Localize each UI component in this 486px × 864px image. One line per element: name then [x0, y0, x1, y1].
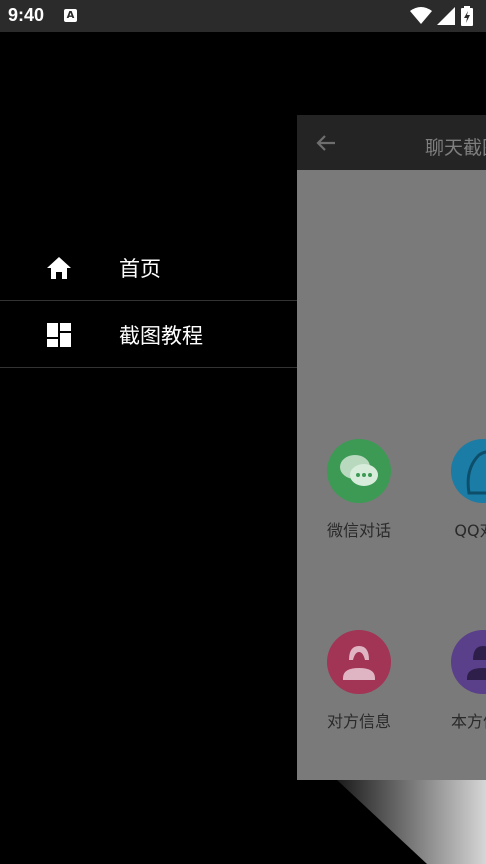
background-shadow: [337, 780, 486, 864]
tile-label: QQ对话: [454, 521, 486, 540]
dashboard-icon: [47, 323, 71, 347]
home-icon: [47, 257, 71, 279]
tile-self-info: 本方信息: [443, 630, 486, 732]
battery-charging-icon: [461, 6, 473, 26]
status-icons: [410, 6, 480, 26]
chat-bubbles-icon: [340, 455, 378, 486]
background-title: 聊天截图: [425, 137, 486, 159]
background-app: 聊天截图 微信对话 QQ对话: [297, 115, 486, 780]
tile-qq-chat: QQ对话: [443, 439, 486, 541]
drawer-item-label: 首页: [119, 257, 161, 281]
status-time: 9:40: [8, 5, 45, 25]
tile-other-info: 对方信息: [319, 630, 399, 732]
drawer-item-tutorial[interactable]: 截图教程: [0, 301, 297, 367]
navigation-drawer: 首页 截图教程: [0, 32, 297, 864]
screen: 9:40 A 聊天截图: [0, 0, 486, 864]
tile-label: 本方信息: [450, 712, 486, 731]
wifi-icon: [410, 7, 432, 24]
a-letter-icon: A: [64, 9, 77, 22]
arrow-left-icon: [316, 135, 335, 151]
status-bar: 9:40 A: [0, 0, 486, 32]
tile-label: 微信对话: [326, 521, 391, 540]
penguin-icon: [466, 450, 486, 495]
drawer-item-home[interactable]: 首页: [0, 234, 297, 300]
divider: [0, 367, 297, 368]
tile-label: 对方信息: [326, 712, 391, 731]
background-toolbar: 聊天截图: [297, 115, 486, 170]
tile-wechat-chat: 微信对话: [319, 439, 399, 541]
person-icon: [467, 646, 486, 680]
person-icon: [343, 646, 375, 680]
drawer-item-label: 截图教程: [119, 324, 203, 348]
signal-icon: [437, 7, 455, 25]
